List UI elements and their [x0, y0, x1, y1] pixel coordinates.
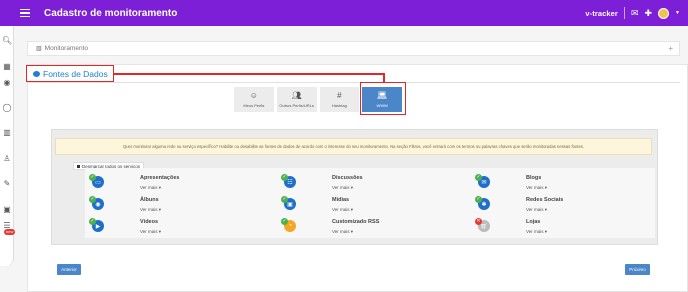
see-more-link[interactable]: Ver mais ▾	[526, 207, 547, 213]
user-circle-icon: ☺	[249, 91, 258, 100]
chevron-down-icon[interactable]: ▼	[675, 10, 680, 16]
service-lojas[interactable]: 🛒︎ ✕ Lojas Ver mais ▾	[475, 218, 628, 238]
check-icon: ✓	[281, 218, 288, 225]
mail-icon[interactable]: ✉	[631, 8, 639, 18]
tab-divider	[28, 82, 680, 83]
page-title: Cadastro de monitoramento	[44, 7, 178, 19]
www-highlight-box	[360, 82, 406, 115]
service-redes-sociais[interactable]: ✱ ✓ Redes Sociais Ver mais ▾	[475, 196, 628, 216]
search-icon[interactable]: 🔍︎	[2, 36, 12, 46]
see-more-link[interactable]: Ver mais ▾	[140, 207, 161, 213]
rss-icon[interactable]: ◔ ✓	[281, 218, 296, 232]
check-icon: ✓	[281, 174, 288, 181]
expand-plus-icon[interactable]: +	[668, 44, 673, 53]
see-more-link[interactable]: Ver mais ▾	[140, 229, 161, 235]
hamburger-menu-icon[interactable]	[20, 3, 40, 23]
check-icon: ✓	[475, 174, 482, 181]
see-more-link[interactable]: Ver mais ▾	[332, 185, 353, 191]
header-actions: v-tracker ✉ ✚ ▼	[585, 0, 680, 26]
check-icon: ✓	[475, 196, 482, 203]
user-icon[interactable]: ♙	[2, 154, 12, 164]
close-icon: ✕	[475, 218, 482, 225]
info-notice: Quer monitorar alguma rede ou serviço es…	[55, 138, 652, 155]
cart-icon[interactable]: 🛒︎ ✕	[475, 218, 490, 232]
annotation-connector-vertical	[383, 73, 385, 82]
back-button[interactable]: Anterior	[57, 264, 81, 275]
avatar[interactable]	[658, 7, 670, 19]
service-name: Apresentações	[140, 175, 180, 181]
users-icon: 👥︎	[291, 91, 302, 100]
service-apresentacoes[interactable]: ▭ ✓ Apresentações Ver mais ▾	[89, 174, 242, 194]
notice-text: Quer monitorar alguma rede ou serviço es…	[122, 144, 585, 149]
service-name: Álbuns	[140, 197, 159, 203]
check-icon: ✓	[89, 196, 96, 203]
source-outros-perfis[interactable]: 👥︎ Outros Perfis/URLs	[276, 87, 317, 112]
play-icon[interactable]: ▶ ✓	[89, 218, 104, 232]
see-more-link[interactable]: Ver mais ▾	[332, 229, 353, 235]
see-more-link[interactable]: Ver mais ▾	[526, 185, 547, 191]
discussion-icon[interactable]: ☷ ✓	[281, 174, 296, 188]
square-icon	[77, 164, 80, 168]
service-albuns[interactable]: ◉ ✓ Álbuns Ver mais ▾	[89, 196, 242, 216]
social-network-icon[interactable]: ✱ ✓	[475, 196, 490, 210]
top-header: Cadastro de monitoramento v-tracker ✉ ✚ …	[0, 0, 688, 26]
service-midias[interactable]: ▣ ✓ Mídias Ver mais ▾	[281, 196, 434, 216]
check-icon: ✓	[281, 196, 288, 203]
source-label: Meus Perfis	[243, 103, 265, 108]
tab-label: Fontes de Dados	[43, 68, 108, 79]
service-name: Customizado RSS	[332, 219, 380, 225]
check-icon: ✓	[89, 218, 96, 225]
services-grid: ▭ ✓ Apresentações Ver mais ▾ ☷ ✓ Discussõe…	[85, 168, 655, 238]
source-label: Hashtag	[331, 103, 347, 108]
service-name: Lojas	[526, 219, 541, 225]
pen-icon[interactable]: ✎	[2, 179, 12, 189]
list-icon[interactable]: ☰	[2, 221, 12, 231]
brand-logo: v-tracker	[585, 8, 618, 18]
source-label: Outros Perfis/URLs	[279, 103, 314, 108]
dashboard-icon[interactable]: ▦	[2, 62, 12, 72]
annotation-connector	[114, 73, 384, 75]
service-blogs[interactable]: ✉ ✓ Blogs Ver mais ▾	[475, 174, 628, 194]
presentation-icon[interactable]: ▭ ✓	[89, 174, 104, 188]
monitoramento-title: Monitoramento	[44, 45, 89, 52]
tab-fontes-de-dados[interactable]: Fontes de Dados	[26, 65, 114, 82]
service-discussoes[interactable]: ☷ ✓ Discussões Ver mais ▾	[281, 174, 434, 194]
hashtag-icon: #	[337, 91, 342, 100]
service-name: Redes Sociais	[526, 197, 564, 203]
service-name: Vídeos	[140, 219, 159, 225]
next-button[interactable]: Próximo	[625, 264, 650, 275]
service-videos[interactable]: ▶ ✓ Vídeos Ver mais ▾	[89, 218, 242, 238]
eye-icon[interactable]: ◉	[2, 78, 12, 88]
source-meus-perfis[interactable]: ☺ Meus Perfis	[234, 87, 274, 112]
service-customizado-rss[interactable]: ◔ ✓ Customizado RSS Ver mais ▾	[281, 218, 434, 238]
header-divider	[623, 7, 625, 19]
media-icon[interactable]: ▣ ✓	[281, 196, 296, 210]
monitoramento-panel[interactable]: ▥ Monitoramento +	[27, 41, 680, 56]
service-name: Discussões	[332, 175, 363, 181]
left-sidebar: 🔍︎ ▦ ◉ ◯ ▥ ♙ ✎ new ▣ ☰	[0, 26, 16, 266]
service-name: Blogs	[526, 175, 542, 181]
speech-bubble-icon	[33, 70, 40, 77]
service-name: Mídias	[332, 197, 350, 203]
chart-icon[interactable]: ▥	[2, 128, 12, 138]
see-more-link[interactable]: Ver mais ▾	[332, 207, 353, 213]
source-hashtag[interactable]: # Hashtag	[319, 87, 360, 112]
bar-chart-icon: ▥	[36, 46, 42, 52]
gift-icon[interactable]: ▣	[2, 205, 12, 215]
check-icon: ✓	[89, 174, 96, 181]
camera-icon[interactable]: ◉ ✓	[89, 196, 104, 210]
chat-icon[interactable]: ◯	[2, 103, 12, 113]
blog-icon[interactable]: ✉ ✓	[475, 174, 490, 188]
see-more-link[interactable]: Ver mais ▾	[526, 229, 547, 235]
plus-icon[interactable]: ✚	[645, 8, 653, 18]
see-more-link[interactable]: Ver mais ▾	[140, 185, 161, 191]
